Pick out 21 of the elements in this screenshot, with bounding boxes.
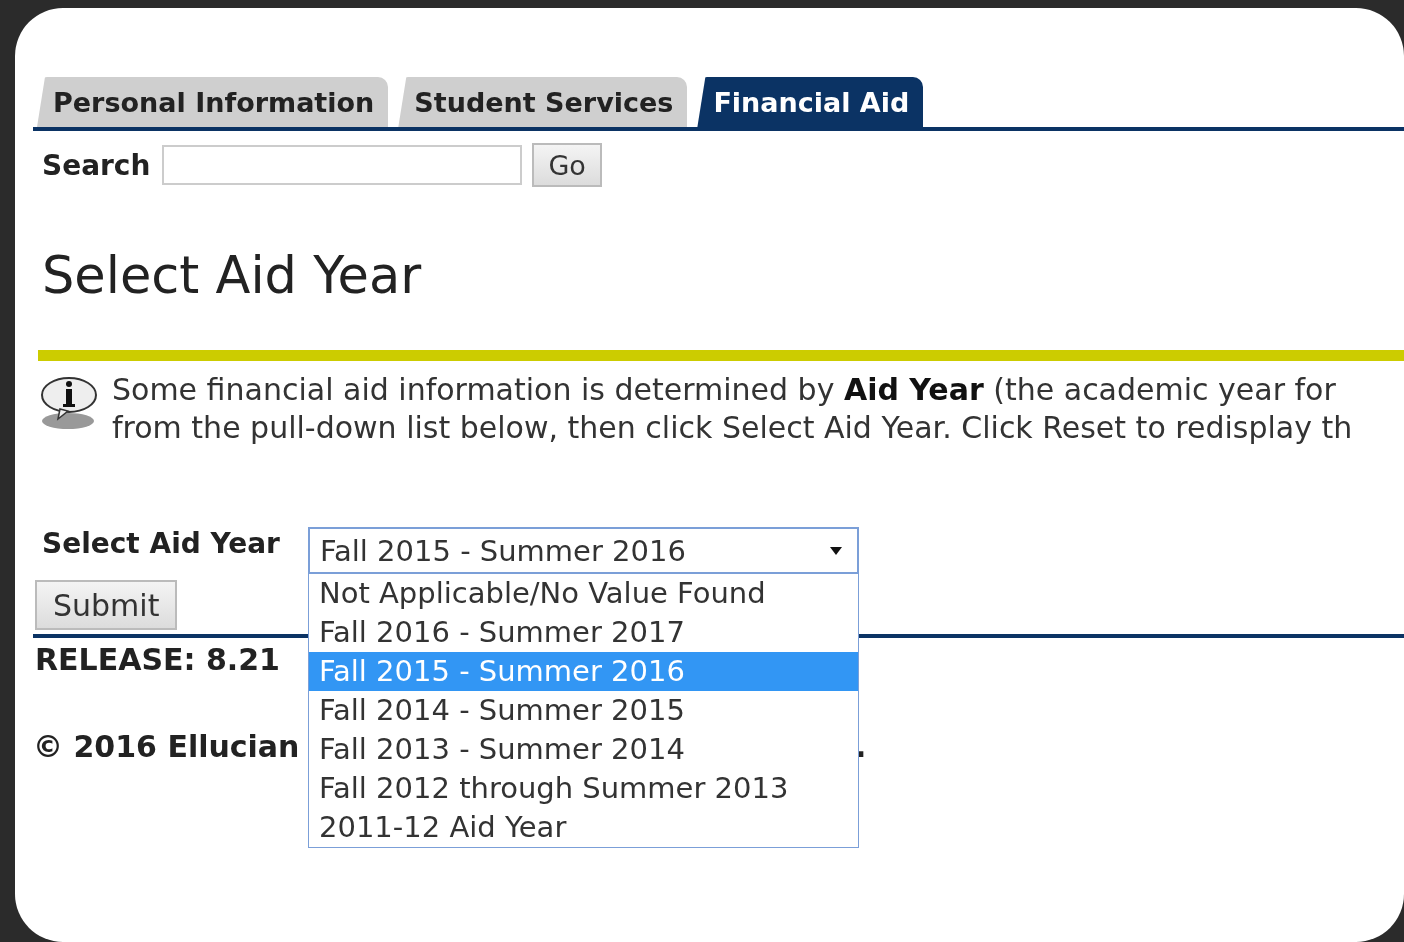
aid-year-label: Select Aid Year xyxy=(42,527,280,561)
caret-icon xyxy=(829,545,843,556)
submit-button[interactable]: Submit xyxy=(35,580,178,631)
aid-year-dropdown[interactable]: Fall 2015 - Summer 2016 xyxy=(308,527,859,575)
page-title: Select Aid Year xyxy=(42,245,423,307)
nav-tab[interactable]: Personal Information xyxy=(37,77,389,127)
dropdown-option[interactable]: 2011-12 Aid Year xyxy=(309,808,858,848)
nav-tab[interactable]: Financial Aid xyxy=(697,77,924,127)
info-message: Some financial aid information is determined by Aid Year (the academic year for from the pull-down list below, then click Select Aid Year. Click Reset to redisplay th xyxy=(112,371,1353,448)
search-label: Search xyxy=(42,148,151,182)
dropdown-option[interactable]: Fall 2014 - Summer 2015 xyxy=(309,691,858,731)
nav-tab[interactable]: Student Services xyxy=(398,77,688,127)
dropdown-option[interactable]: Fall 2013 - Summer 2014 xyxy=(309,730,858,770)
copyright-text: © 2016 Ellucian xyxy=(33,729,300,765)
search-field[interactable] xyxy=(162,145,523,185)
release-version: RELEASE: 8.21 xyxy=(35,642,280,678)
info-icon xyxy=(40,375,98,432)
go-button[interactable]: Go xyxy=(532,143,602,187)
dropdown-option[interactable]: Not Applicable/No Value Found xyxy=(309,574,858,614)
dropdown-option[interactable]: Fall 2012 through Summer 2013 xyxy=(309,769,858,809)
dropdown-option[interactable]: Fall 2016 - Summer 2017 xyxy=(309,613,858,653)
